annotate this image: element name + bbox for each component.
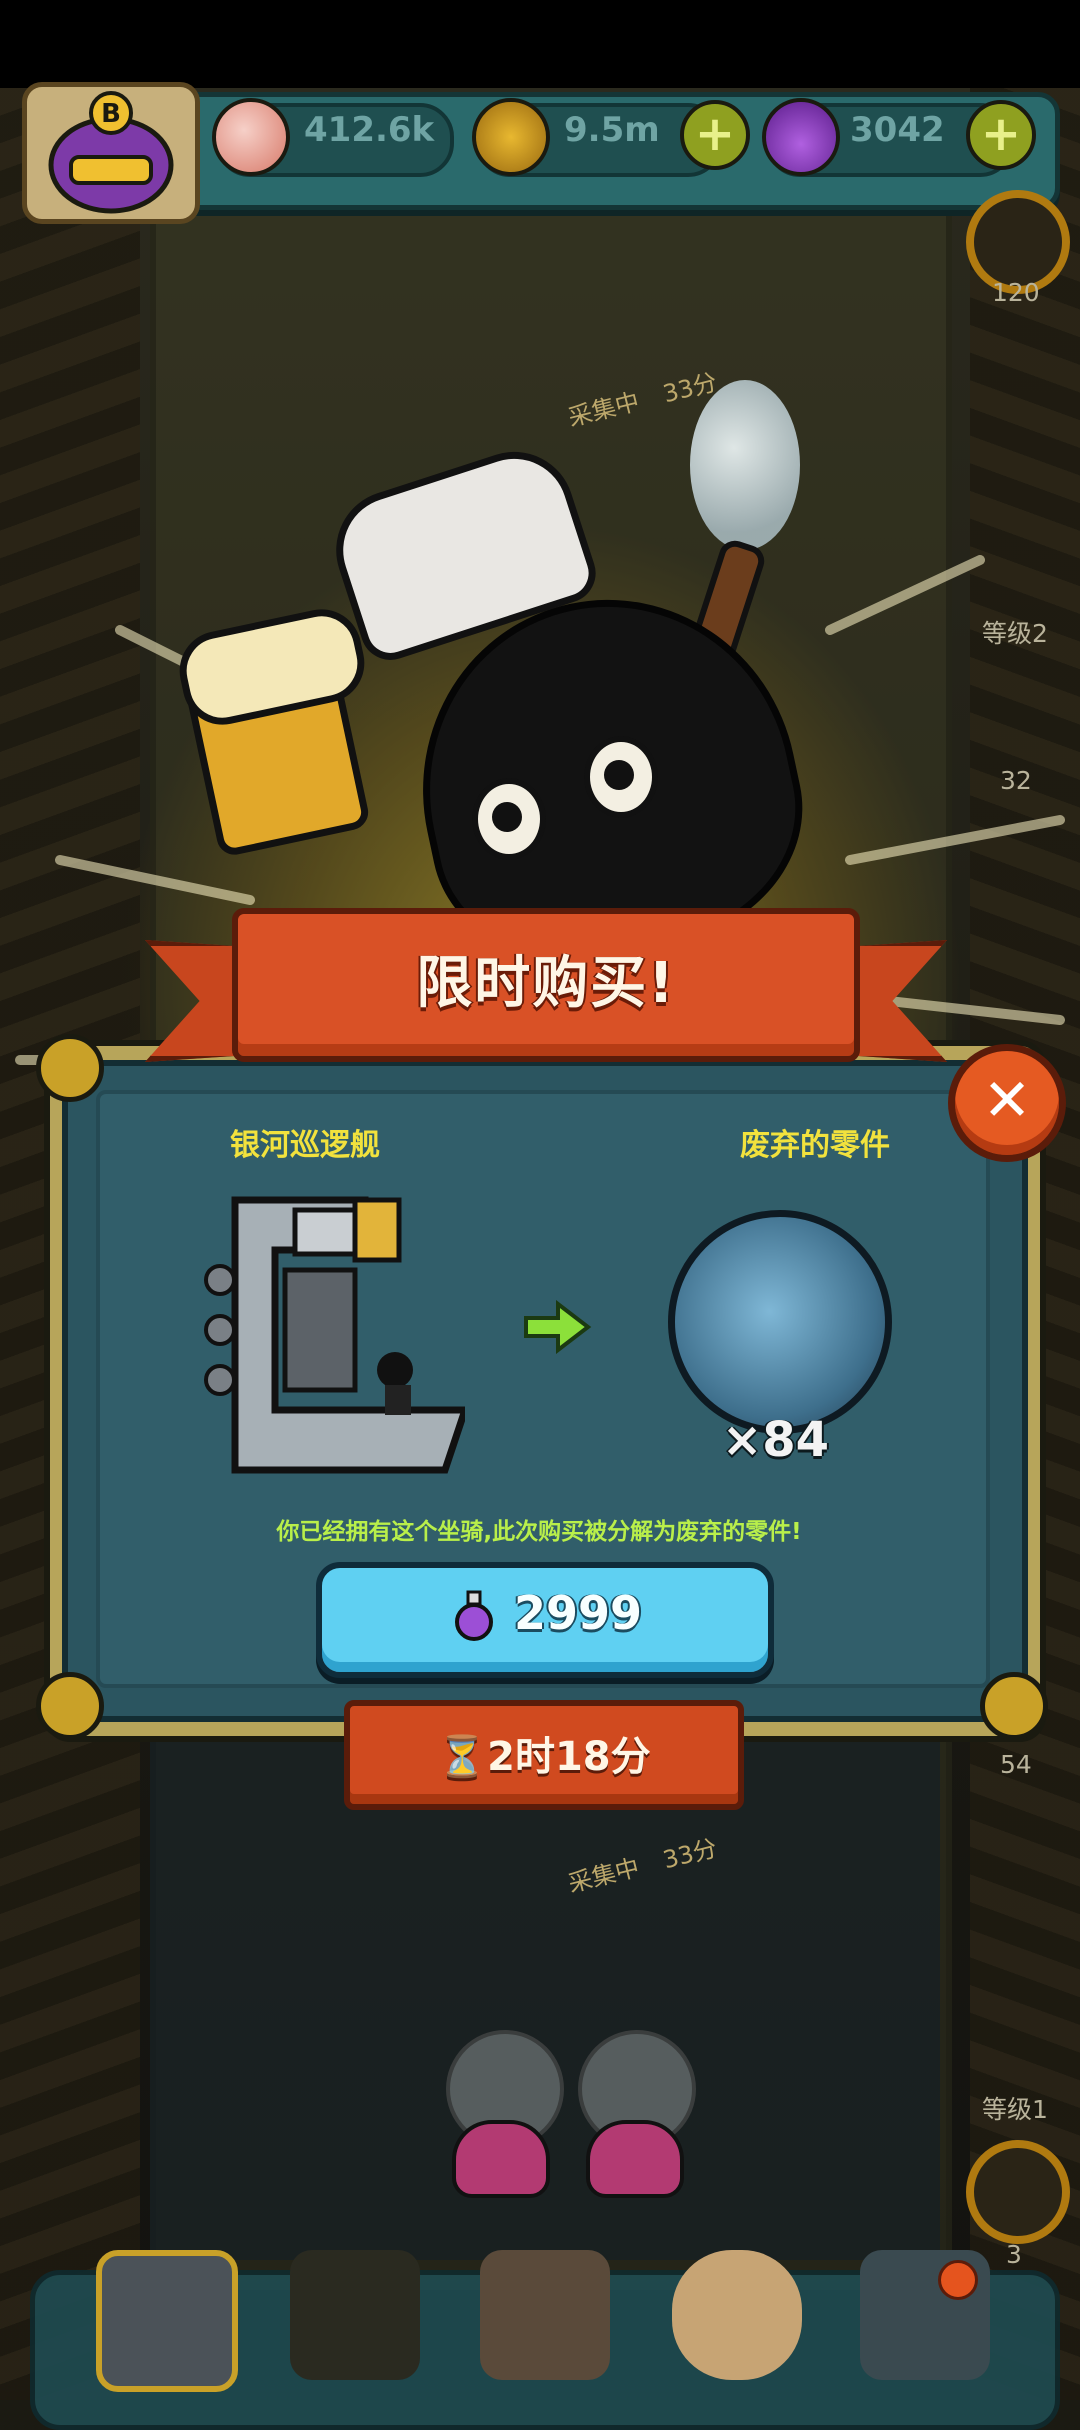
galaxy-patrol-ship-image xyxy=(204,1196,465,1474)
side-count-54: 54 xyxy=(1000,1750,1032,1779)
top-right-count: 120 xyxy=(992,278,1040,307)
discarded-parts-image xyxy=(668,1210,892,1434)
offer-title: 限时购买! xyxy=(416,951,676,1016)
pink-creature xyxy=(452,2120,550,2198)
ownership-notice: 你已经拥有这个坐骑,此次购买被分解为废弃的零件! xyxy=(276,1519,802,1545)
eyeball-icon xyxy=(212,98,290,176)
panel-corner-ornament xyxy=(36,1672,104,1740)
bottom-right-count: 3 xyxy=(1006,2240,1022,2269)
nav-book-button[interactable] xyxy=(480,2250,610,2380)
panel-corner-ornament xyxy=(36,1034,104,1102)
pink-creature xyxy=(586,2120,684,2198)
eyeball-count: 412.6k xyxy=(304,110,435,150)
buy-price[interactable]: 2999 xyxy=(514,1586,642,1640)
offer-timer: ⏳2时18分 xyxy=(437,1734,651,1780)
right-item-title: 废弃的零件 xyxy=(740,1128,890,1163)
cigar-smoke xyxy=(690,380,800,550)
potion-icon xyxy=(762,98,840,176)
nav-bag-button[interactable] xyxy=(672,2250,802,2380)
nav-building-button[interactable] xyxy=(96,2250,238,2392)
mascot-eye-right xyxy=(584,736,658,818)
add-potion-button[interactable]: + xyxy=(966,100,1036,170)
coin-count: 9.5m xyxy=(564,110,660,150)
parts-quantity: ×84 xyxy=(722,1412,830,1468)
pepper-count: 32 xyxy=(1000,766,1032,795)
potion-count: 3042 xyxy=(850,110,945,150)
nav-character-button[interactable] xyxy=(290,2250,420,2380)
coin-icon xyxy=(472,98,550,176)
bottom-right-badge[interactable] xyxy=(966,2140,1070,2244)
mascot-eye-left xyxy=(472,778,546,860)
player-avatar[interactable]: B xyxy=(22,82,200,224)
status-bar xyxy=(0,0,1080,88)
avatar-helmet-icon: B xyxy=(48,91,174,214)
level-label-bottom: 等级1 xyxy=(982,2095,1048,2124)
arrow-right-icon xyxy=(524,1300,592,1354)
close-button[interactable]: ✕ xyxy=(948,1044,1066,1162)
panel-corner-ornament xyxy=(980,1672,1048,1740)
add-coins-button[interactable]: + xyxy=(680,100,750,170)
level-label-top: 等级2 xyxy=(982,619,1048,648)
left-item-title: 银河巡逻舰 xyxy=(230,1128,380,1163)
avatar-badge-letter: B xyxy=(101,99,121,129)
notification-dot xyxy=(938,2260,978,2300)
potion-icon xyxy=(455,1590,493,1641)
